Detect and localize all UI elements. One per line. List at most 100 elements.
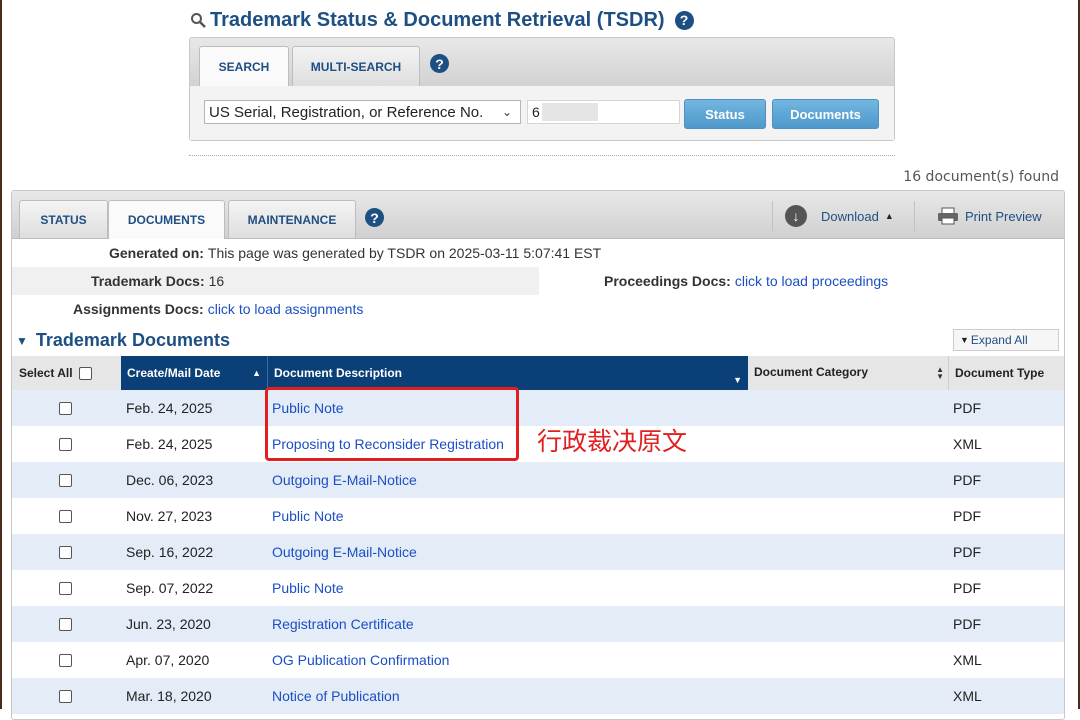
table-row: Jun. 23, 2020 Registration Certificate P… xyxy=(12,606,1064,642)
results-tabbar: STATUS DOCUMENTS MAINTENANCE ? ↓ Downloa… xyxy=(12,191,1064,239)
collapse-icon: ▼ xyxy=(16,333,28,348)
search-type-select[interactable]: US Serial, Registration, or Reference No… xyxy=(204,100,521,124)
sort-icon: ▲ ▼ xyxy=(936,365,944,381)
row-description-link[interactable]: Outgoing E-Mail-Notice xyxy=(272,462,417,498)
date-header[interactable]: Create/Mail Date ▲ xyxy=(121,356,267,390)
row-checkbox[interactable] xyxy=(59,581,72,595)
download-button[interactable]: ↓ Download ▲ xyxy=(772,201,912,231)
row-description-link[interactable]: Public Note xyxy=(272,498,344,534)
row-type: PDF xyxy=(953,400,981,416)
proceedings-label: Proceedings Docs: xyxy=(604,273,731,289)
description-header-label: Document Description xyxy=(274,366,403,380)
generated-label: Generated on: xyxy=(109,245,204,261)
row-checkbox[interactable] xyxy=(59,617,72,631)
search-form: US Serial, Registration, or Reference No… xyxy=(190,86,894,140)
row-date: Sep. 07, 2022 xyxy=(126,580,214,596)
download-icon: ↓ xyxy=(785,205,807,227)
row-description-link[interactable]: Outgoing E-Mail-Notice xyxy=(272,534,417,570)
row-checkbox[interactable] xyxy=(59,653,72,667)
date-header-label: Create/Mail Date xyxy=(127,366,221,380)
select-all-header: Select All xyxy=(12,356,121,390)
documents-button-label: Documents xyxy=(790,106,861,122)
description-header[interactable]: Document Description ▼ xyxy=(267,356,748,390)
row-type: PDF xyxy=(953,508,981,524)
section-toggle[interactable]: ▼ Trademark Documents xyxy=(16,330,230,351)
select-all-checkbox[interactable] xyxy=(78,366,92,380)
table-row: Apr. 07, 2020 OG Publication Confirmatio… xyxy=(12,642,1064,678)
tab-multi-search-label: MULTI-SEARCH xyxy=(310,59,402,74)
expand-all-label: Expand All xyxy=(970,333,1028,347)
help-icon[interactable]: ? xyxy=(430,54,449,73)
status-button-label: Status xyxy=(705,106,745,122)
row-type: PDF xyxy=(953,472,981,488)
status-button[interactable]: Status xyxy=(684,99,766,129)
tab-search-label: SEARCH xyxy=(218,60,270,74)
row-type: PDF xyxy=(953,544,981,560)
printer-icon xyxy=(938,207,958,225)
divider xyxy=(189,155,895,156)
row-date: Sep. 16, 2022 xyxy=(126,544,214,560)
search-panel: SEARCH MULTI-SEARCH ? US Serial, Registr… xyxy=(189,37,895,141)
row-date: Feb. 24, 2025 xyxy=(126,436,213,452)
select-all-label: Select All xyxy=(19,366,73,380)
help-icon[interactable]: ? xyxy=(674,10,694,30)
row-checkbox[interactable] xyxy=(59,473,72,487)
tab-documents-label: DOCUMENTS xyxy=(127,213,206,227)
tab-status-label: STATUS xyxy=(40,212,87,227)
table-row: Dec. 06, 2023 Outgoing E-Mail-Notice PDF xyxy=(12,462,1064,498)
row-date: Apr. 07, 2020 xyxy=(126,652,210,668)
serial-number-value: 6 xyxy=(532,104,540,120)
caret-down-icon: ▼ xyxy=(960,335,969,345)
tab-search[interactable]: SEARCH xyxy=(199,46,289,87)
documents-button[interactable]: Documents xyxy=(772,99,879,129)
type-header[interactable]: Document Type xyxy=(948,356,1064,390)
row-description-link[interactable]: Registration Certificate xyxy=(272,606,414,642)
assignments-label: Assignments Docs: xyxy=(73,301,204,317)
table-row: Feb. 24, 2025 Public Note PDF xyxy=(12,390,1064,426)
tab-status[interactable]: STATUS xyxy=(19,200,108,238)
row-description-link[interactable]: OG Publication Confirmation xyxy=(272,642,449,678)
generated-row: Generated on: This page was generated by… xyxy=(109,239,601,267)
print-preview-button[interactable]: Print Preview xyxy=(914,201,1064,231)
row-date: Feb. 24, 2025 xyxy=(126,400,213,416)
section-header: ▼ Trademark Documents ▼ Expand All xyxy=(12,324,1064,356)
table-row: Sep. 16, 2022 Outgoing E-Mail-Notice PDF xyxy=(12,534,1064,570)
row-type: XML xyxy=(953,652,982,668)
page-title: Trademark Status & Document Retrieval (T… xyxy=(210,8,665,31)
tab-maintenance[interactable]: MAINTENANCE xyxy=(228,200,356,238)
category-header[interactable]: Document Category ▲ ▼ xyxy=(748,356,948,390)
proceedings-row: Proceedings Docs: click to load proceedi… xyxy=(604,267,888,295)
row-date: Dec. 06, 2023 xyxy=(126,472,214,488)
row-checkbox[interactable] xyxy=(59,437,72,451)
annotation-note: 行政裁决原文 xyxy=(537,427,688,456)
print-preview-label: Print Preview xyxy=(965,208,1042,224)
table-header: Select All Create/Mail Date ▲ Document D… xyxy=(12,356,1064,390)
page-header: Trademark Status & Document Retrieval (T… xyxy=(190,7,694,33)
chevron-down-icon: ⌄ xyxy=(501,105,512,119)
row-description-link[interactable]: Public Note xyxy=(272,570,344,606)
assignments-link[interactable]: click to load assignments xyxy=(208,301,364,317)
section-title: Trademark Documents xyxy=(35,330,230,350)
table-row: Nov. 27, 2023 Public Note PDF xyxy=(12,498,1064,534)
row-checkbox[interactable] xyxy=(59,689,72,703)
expand-all-button[interactable]: ▼ Expand All xyxy=(953,329,1059,351)
trademark-docs-label: Trademark Docs: xyxy=(91,273,205,289)
row-checkbox[interactable] xyxy=(59,401,72,415)
type-header-label: Document Type xyxy=(955,366,1045,380)
sort-desc-icon: ▼ xyxy=(733,375,742,385)
trademark-docs-row: Trademark Docs: 16 xyxy=(91,267,224,295)
serial-number-input[interactable]: 6 xyxy=(527,100,680,124)
help-icon[interactable]: ? xyxy=(365,208,384,227)
row-date: Jun. 23, 2020 xyxy=(126,616,211,632)
row-type: PDF xyxy=(953,616,981,632)
row-checkbox[interactable] xyxy=(59,509,72,523)
download-label: Download xyxy=(821,208,879,224)
trademark-docs-value: 16 xyxy=(208,273,225,289)
tab-documents[interactable]: DOCUMENTS xyxy=(108,200,225,239)
proceedings-link[interactable]: click to load proceedings xyxy=(735,273,888,289)
tab-multi-search[interactable]: MULTI-SEARCH xyxy=(292,46,420,86)
redacted-text xyxy=(541,103,598,121)
highlight-box xyxy=(265,387,519,461)
window-border-left xyxy=(0,0,2,709)
row-checkbox[interactable] xyxy=(59,545,72,559)
